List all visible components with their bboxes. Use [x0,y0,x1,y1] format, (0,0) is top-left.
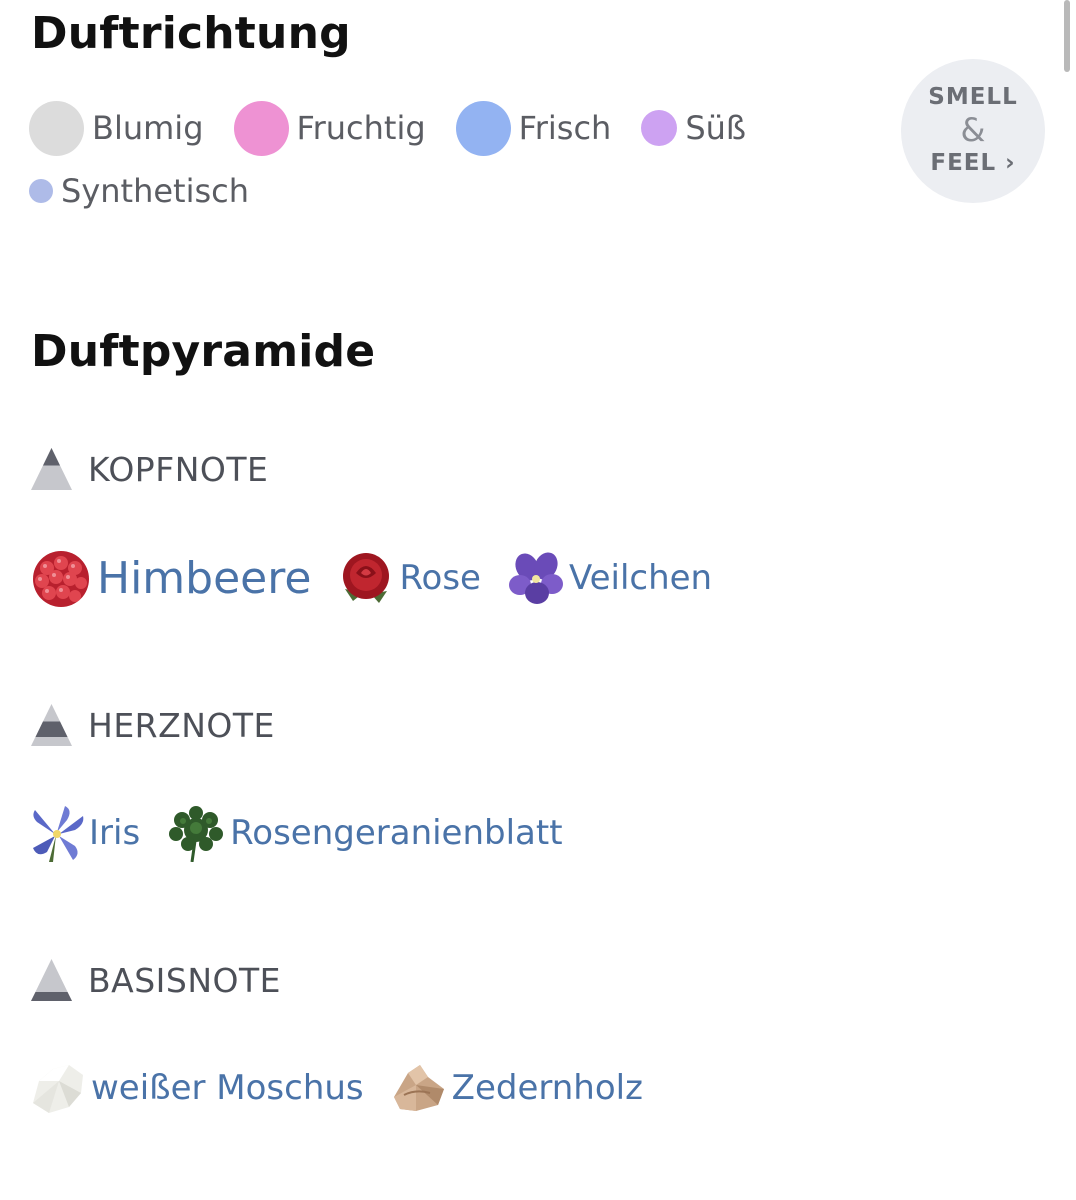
iris-flower-icon [33,806,84,862]
basisnote-label: BASISNOTE [88,960,282,1000]
note-weisser-moschus[interactable]: weißer Moschus [29,1059,364,1117]
white-musk-icon [33,1065,83,1113]
note-label: weißer Moschus [91,1068,364,1108]
accord-label: Süß [685,109,747,147]
accord-synthetisch: Synthetisch [29,172,249,210]
accord-dot-icon [29,100,84,156]
note-label: Iris [89,813,141,853]
geranium-leaf-icon [169,806,224,862]
accord-label: Synthetisch [61,172,250,210]
accord-blumig: Blumig [29,100,204,156]
fragrance-detail-page: Duftrichtung Blumig Fruchtig Frisch Süß [0,0,1076,1200]
note-himbeere[interactable]: Himbeere [29,546,311,610]
accord-dot-icon [455,100,511,156]
herznote-label: HERZNOTE [88,705,275,745]
accord-dot-icon [29,179,53,203]
raspberry-icon [33,551,89,607]
note-label: Zedernholz [451,1068,643,1108]
kopfnote-notes: Himbeere Rose Veilchen [29,546,738,610]
herznote-header: HERZNOTE [29,702,275,748]
smell-and-feel-button[interactable]: SMELL & FEEL › [901,59,1045,203]
accord-label: Frisch [518,109,612,147]
note-label: Himbeere [97,552,312,604]
smell-feel-ampersand: & [960,111,986,149]
accord-fruchtig: Fruchtig [233,100,426,156]
accord-frisch: Frisch [455,100,612,156]
note-rose[interactable]: Rose [337,549,481,607]
smell-feel-line3: FEEL › [930,150,1016,176]
accord-label: Fruchtig [296,109,426,147]
pyramid-top-icon [31,448,72,490]
duftrichtung-heading: Duftrichtung [31,8,351,59]
note-label: Veilchen [568,558,713,598]
note-iris[interactable]: Iris [29,804,140,862]
rose-icon [343,553,390,603]
violet-flower-icon [508,552,563,604]
herznote-notes: Iris Rosengeranienblatt [29,804,589,862]
duftpyramide-heading: Duftpyramide [31,326,376,377]
kopfnote-header: KOPFNOTE [29,446,268,492]
kopfnote-label: KOPFNOTE [88,449,269,489]
accord-list: Blumig Fruchtig Frisch Süß Synthetisch [29,98,869,221]
accord-row: Blumig Fruchtig Frisch Süß [29,98,869,158]
accord-suess: Süß [641,109,746,147]
basisnote-header: BASISNOTE [29,957,281,1003]
note-label: Rosengeranienblatt [230,813,563,853]
pyramid-base-icon [31,959,72,1001]
accord-dot-icon [233,100,289,156]
accord-label: Blumig [92,109,204,147]
basisnote-notes: weißer Moschus Zedernholz [29,1059,669,1117]
note-label: Rose [399,558,481,598]
cedarwood-icon [393,1065,444,1111]
note-rosengeranienblatt[interactable]: Rosengeranienblatt [166,804,563,862]
accord-dot-icon [641,110,678,146]
pyramid-middle-icon [31,704,72,746]
note-veilchen[interactable]: Veilchen [507,549,712,607]
accord-row: Synthetisch [29,161,869,221]
smell-feel-line1: SMELL [928,84,1018,110]
scrollbar[interactable] [1064,0,1070,72]
note-zedernholz[interactable]: Zedernholz [390,1059,643,1117]
